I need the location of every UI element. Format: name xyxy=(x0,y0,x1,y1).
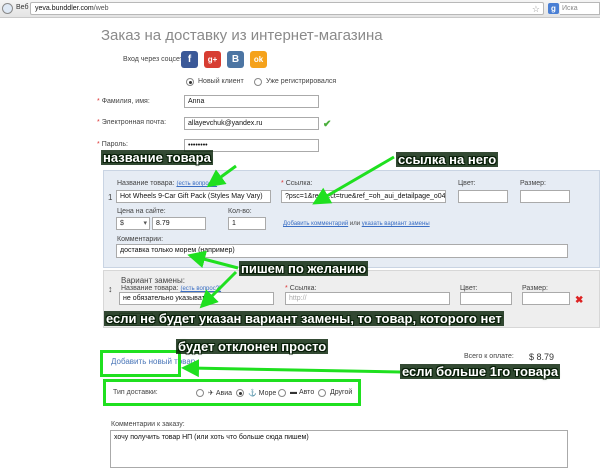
arrow-by-wish xyxy=(187,250,239,270)
annotation-line1: если не будет указан вариант замены, то … xyxy=(104,311,504,326)
arrow-more-items xyxy=(181,359,401,378)
arrow-replacement xyxy=(199,270,238,309)
annotation-arrows xyxy=(181,155,401,378)
annotation-more-items: если больше 1го товара xyxy=(400,364,561,379)
annotation-product-link: ссылка на него xyxy=(396,152,499,167)
annotation-by-wish: пишем по желанию xyxy=(239,261,369,276)
annotation-product-name: название товара xyxy=(101,150,213,165)
arrow-product-name xyxy=(206,164,237,188)
annotation-line2: будет отклонен просто xyxy=(176,339,329,354)
arrow-product-link xyxy=(312,155,395,205)
